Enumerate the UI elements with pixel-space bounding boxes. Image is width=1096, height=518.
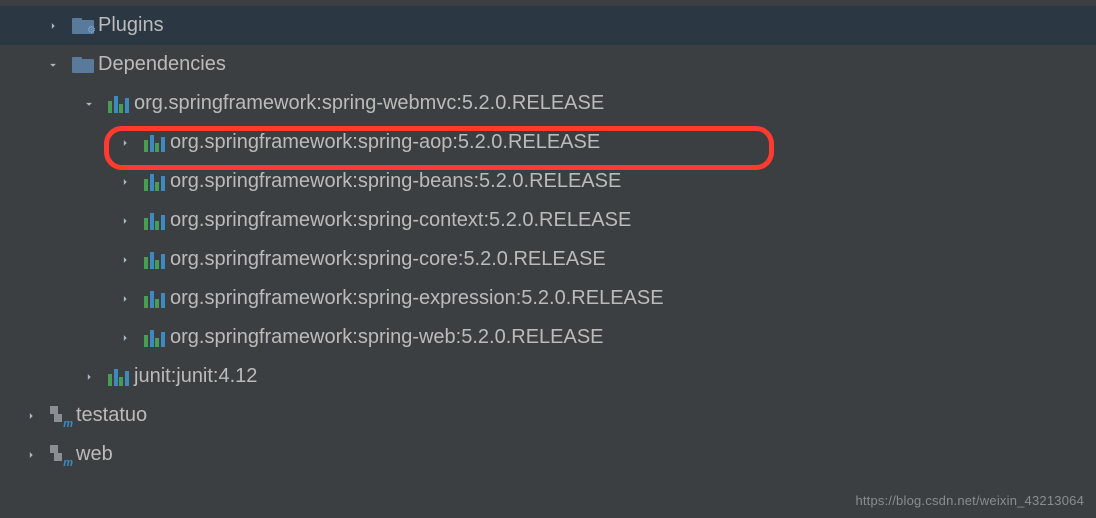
tree-node-dependency-context[interactable]: org.springframework:spring-context:5.2.0… bbox=[0, 201, 1096, 240]
tree-node-dependency-webmvc[interactable]: org.springframework:spring-webmvc:5.2.0.… bbox=[0, 84, 1096, 123]
node-label: org.springframework:spring-context:5.2.0… bbox=[170, 209, 631, 232]
library-icon bbox=[108, 93, 134, 115]
tree-node-dependency-aop[interactable]: org.springframework:spring-aop:5.2.0.REL… bbox=[0, 123, 1096, 162]
chevron-right-icon[interactable] bbox=[80, 368, 98, 386]
tree-node-dependency-core[interactable]: org.springframework:spring-core:5.2.0.RE… bbox=[0, 240, 1096, 279]
library-icon bbox=[144, 288, 170, 310]
chevron-right-icon[interactable] bbox=[116, 290, 134, 308]
node-label: org.springframework:spring-core:5.2.0.RE… bbox=[170, 248, 606, 271]
node-label: org.springframework:spring-expression:5.… bbox=[170, 287, 664, 310]
chevron-right-icon[interactable] bbox=[22, 446, 40, 464]
library-icon bbox=[144, 249, 170, 271]
chevron-down-icon[interactable] bbox=[44, 56, 62, 74]
tree-node-dependency-junit[interactable]: junit:junit:4.12 bbox=[0, 357, 1096, 396]
node-label: Dependencies bbox=[98, 53, 226, 76]
chevron-right-icon[interactable] bbox=[22, 407, 40, 425]
watermark-text: https://blog.csdn.net/weixin_43213064 bbox=[855, 493, 1084, 508]
module-icon: m bbox=[50, 405, 76, 427]
chevron-right-icon[interactable] bbox=[116, 251, 134, 269]
tree-node-module-testatuo[interactable]: m testatuo bbox=[0, 396, 1096, 435]
node-label: junit:junit:4.12 bbox=[134, 365, 257, 388]
folder-icon bbox=[72, 54, 98, 76]
chevron-right-icon[interactable] bbox=[116, 173, 134, 191]
node-label: org.springframework:spring-aop:5.2.0.REL… bbox=[170, 131, 600, 154]
module-icon: m bbox=[50, 444, 76, 466]
chevron-right-icon[interactable] bbox=[116, 329, 134, 347]
node-label: org.springframework:spring-web:5.2.0.REL… bbox=[170, 326, 604, 349]
tree-node-dependency-web[interactable]: org.springframework:spring-web:5.2.0.REL… bbox=[0, 318, 1096, 357]
tree-node-dependency-expression[interactable]: org.springframework:spring-expression:5.… bbox=[0, 279, 1096, 318]
library-icon bbox=[144, 327, 170, 349]
chevron-down-icon[interactable] bbox=[80, 95, 98, 113]
library-icon bbox=[144, 132, 170, 154]
node-label: org.springframework:spring-webmvc:5.2.0.… bbox=[134, 92, 604, 115]
tree-node-module-web[interactable]: m web bbox=[0, 435, 1096, 474]
library-icon bbox=[144, 171, 170, 193]
project-tree: ⚙ Plugins Dependencies org.springframewo… bbox=[0, 0, 1096, 474]
tree-node-plugins[interactable]: ⚙ Plugins bbox=[0, 6, 1096, 45]
library-icon bbox=[144, 210, 170, 232]
folder-icon: ⚙ bbox=[72, 15, 98, 37]
node-label: Plugins bbox=[98, 14, 164, 37]
chevron-right-icon[interactable] bbox=[44, 17, 62, 35]
node-label: testatuo bbox=[76, 404, 147, 427]
node-label: org.springframework:spring-beans:5.2.0.R… bbox=[170, 170, 621, 193]
node-label: web bbox=[76, 443, 113, 466]
chevron-right-icon[interactable] bbox=[116, 212, 134, 230]
chevron-right-icon[interactable] bbox=[116, 134, 134, 152]
tree-node-dependencies[interactable]: Dependencies bbox=[0, 45, 1096, 84]
library-icon bbox=[108, 366, 134, 388]
tree-node-dependency-beans[interactable]: org.springframework:spring-beans:5.2.0.R… bbox=[0, 162, 1096, 201]
